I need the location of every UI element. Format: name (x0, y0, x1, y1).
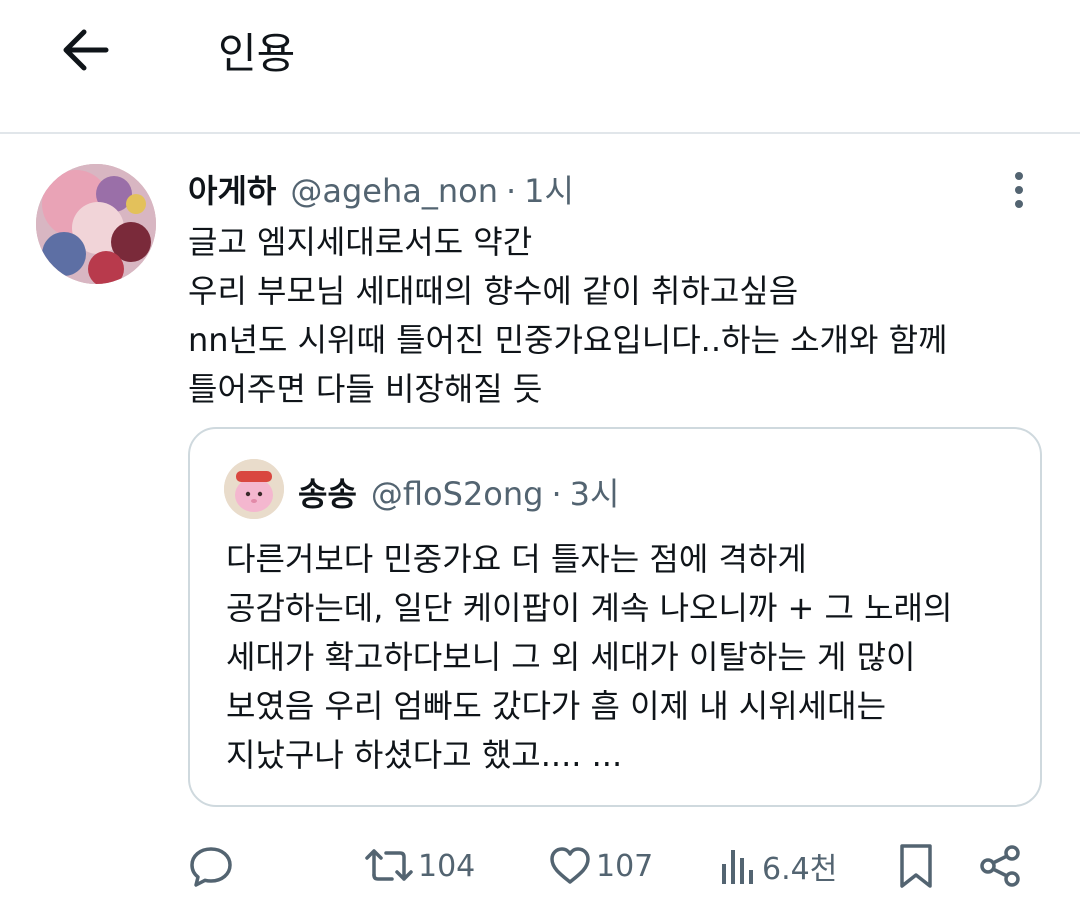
quoted-author-name: 송송 (298, 475, 357, 513)
arrow-left-icon (63, 29, 109, 71)
quoted-line: 다른거보다 민중가요 더 틀자는 점에 격하게 (226, 540, 807, 578)
header-divider (0, 132, 1080, 134)
like-count: 107 (596, 848, 654, 884)
views-button[interactable]: 6.4천 (718, 838, 837, 894)
retweet-icon (365, 849, 413, 881)
quoted-meta: 송송 @floS2ong · 3시 (298, 469, 619, 515)
retweet-count: 104 (418, 848, 476, 884)
more-options-button[interactable] (1006, 170, 1032, 210)
share-button[interactable] (978, 838, 1024, 894)
quoted-avatar-image (224, 459, 284, 519)
analytics-icon (722, 850, 753, 884)
tweet-line: 틀어주면 다들 비장해질 듯 (188, 370, 543, 408)
quoted-line: 보였음 우리 엄빠도 갔다가 흠 이제 내 시위세대는 (226, 687, 887, 725)
author-name[interactable]: 아게하 (188, 166, 276, 212)
avatar-image (36, 164, 156, 284)
tweet-time[interactable]: 1시 (524, 166, 574, 212)
tweet-meta: 아게하 @ageha_non · 1시 (188, 166, 574, 210)
quoted-line: 세대가 확고하다보니 그 외 세대가 이탈하는 게 많이 (226, 638, 916, 676)
back-button[interactable] (58, 22, 114, 78)
like-button[interactable]: 107 (548, 838, 653, 894)
quoted-time: 3시 (569, 475, 620, 513)
share-icon (980, 845, 1020, 887)
views-count: 6.4천 (762, 852, 838, 887)
avatar[interactable] (36, 164, 156, 284)
quoted-tweet-card[interactable]: 송송 @floS2ong · 3시 다른거보다 민중가요 더 틀자는 점에 격하… (188, 427, 1042, 807)
top-bar: 인용 (0, 0, 1080, 132)
tweet-line: 우리 부모님 세대때의 향수에 같이 취하고싶음 (188, 272, 799, 310)
quoted-text: 다른거보다 민중가요 더 틀자는 점에 격하게 공감하는데, 일단 케이팝이 계… (226, 535, 952, 780)
quoted-avatar[interactable] (224, 459, 284, 519)
page-title: 인용 (218, 29, 296, 78)
more-vertical-icon (1015, 172, 1023, 208)
tweet-line: nn년도 시위때 틀어진 민중가요입니다..하는 소개와 함께 (188, 321, 948, 359)
author-handle[interactable]: @ageha_non (290, 172, 498, 210)
tweet-line: 글고 엠지세대로서도 약간 (188, 223, 533, 261)
retweet-button[interactable]: 104 (364, 838, 475, 894)
quoted-line: 공감하는데, 일단 케이팝이 계속 나오니까 + 그 노래의 (226, 589, 953, 627)
bookmark-icon (900, 844, 932, 888)
reply-button[interactable] (188, 838, 234, 894)
bookmark-button[interactable] (896, 838, 936, 894)
tweet-text: 글고 엠지세대로서도 약간 우리 부모님 세대때의 향수에 같이 취하고싶음 n… (188, 218, 947, 414)
heart-icon (550, 847, 590, 884)
quoted-meta-separator: · (551, 475, 562, 513)
quoted-line: 지났구나 하셨다고 했고.... ... (226, 736, 623, 774)
reply-icon (190, 847, 232, 887)
meta-separator: · (505, 172, 517, 210)
action-bar: 104 107 6.4천 (0, 838, 1080, 898)
quoted-author-handle: @floS2ong (370, 475, 544, 513)
